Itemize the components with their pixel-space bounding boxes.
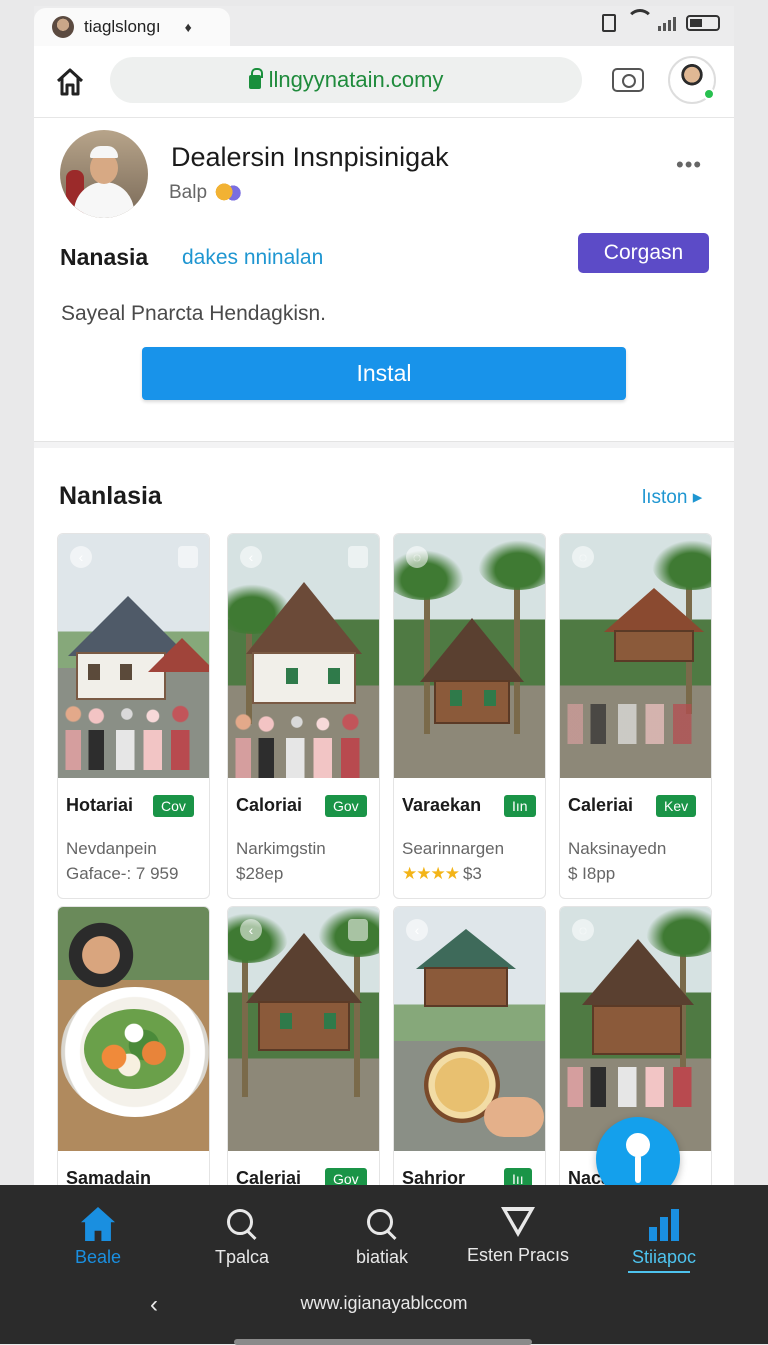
nav-item-filter[interactable]: Esten Pracıs	[448, 1207, 588, 1266]
bottom-nav: Beale Tpalca biatiak Esten Pracıs Stiiap…	[0, 1185, 768, 1345]
back-icon[interactable]: ‹	[70, 546, 92, 568]
tab-title: tiaglslongı	[84, 17, 161, 36]
card-meta: ★★★★ $3	[402, 864, 482, 884]
card-image: ◌	[560, 534, 711, 778]
card-subtitle: Narkimgstin	[236, 839, 326, 858]
search-icon	[365, 1207, 399, 1241]
card-image: ‹	[394, 907, 545, 1151]
bottom-url-row: ‹ www.igianayablccom	[0, 1283, 768, 1327]
tab-close-icon[interactable]: ♦	[185, 19, 192, 35]
lock-icon	[248, 68, 263, 89]
bookmark-icon[interactable]	[348, 546, 368, 568]
see-more-link[interactable]: lıston ▸	[642, 486, 702, 509]
places-section: Nanlasia lıston ▸ ‹ Hotariai Cov Nevdanp…	[34, 448, 734, 1272]
filter-icon	[501, 1207, 535, 1237]
card-image: ‹	[228, 534, 379, 778]
bookmark-icon[interactable]	[178, 546, 198, 568]
nav-label: Tpalca	[214, 1247, 270, 1267]
card-image: ◌	[560, 907, 711, 1151]
card-image: ‹	[228, 907, 379, 1151]
section-title: Nanlasia	[59, 482, 162, 510]
more-options-icon[interactable]: •••	[676, 152, 702, 178]
profile-description: Sayeal Pnarcta Hendagkisn.	[61, 302, 326, 325]
place-card[interactable]: ◌ Varaekan Iın Searinnargen ★★★★ $3	[393, 533, 546, 899]
user-avatar[interactable]	[668, 56, 716, 104]
card-image	[58, 907, 209, 1151]
profile-subtitle: Balp	[169, 182, 242, 204]
browser-tab[interactable]: tiaglslongı ♦	[34, 8, 230, 46]
profile-link[interactable]: dakes nninalan	[182, 246, 323, 270]
nav-item-stats[interactable]: Stiiapoc	[594, 1207, 734, 1268]
clipboard-icon	[602, 14, 616, 32]
stats-icon	[647, 1207, 681, 1241]
home-indicator[interactable]	[234, 1339, 532, 1345]
signal-icon	[658, 15, 676, 31]
nav-item-explore[interactable]: biatiak	[312, 1207, 452, 1268]
card-meta-text: $28ep	[236, 864, 284, 883]
address-bar-row: llngyynatain.comy	[34, 46, 734, 118]
card-meta-text: $ I8pp	[568, 864, 616, 883]
tag-icon[interactable]: ◌	[572, 919, 594, 941]
place-card[interactable]: ‹ Caloriai Gov Narkimgstin $28ep	[227, 533, 380, 899]
bookmark-icon[interactable]	[348, 919, 368, 941]
emoji-icon	[215, 182, 242, 204]
nav-item-search[interactable]: Tpalca	[172, 1207, 312, 1268]
wifi-icon	[626, 15, 648, 31]
place-card[interactable]: ‹ Hotariai Cov Nevdanpein Gaface-: 7 959	[57, 533, 210, 899]
place-card[interactable]: ◌ Caleriai Kev Naksinayedn $ I8pp	[559, 533, 712, 899]
card-badge: Gov	[325, 795, 367, 817]
active-underline	[628, 1271, 690, 1273]
back-icon[interactable]: ‹	[240, 546, 262, 568]
battery-icon	[686, 15, 720, 31]
nav-item-home[interactable]: Beale	[28, 1207, 168, 1268]
profile-name: Dealersin Insnpisinigak	[171, 142, 449, 172]
url-text: llngyynatain.comy	[268, 67, 444, 92]
follow-button[interactable]: Corgasn	[578, 233, 709, 273]
bottom-url: www.igianayablccom	[300, 1293, 468, 1313]
profile-card: Dealersin Insnpisinigak Balp ••• Nanasia…	[34, 118, 734, 442]
map-pin-icon	[626, 1133, 650, 1183]
card-title: Hotariai	[66, 795, 134, 815]
url-bar[interactable]: llngyynatain.comy	[110, 57, 582, 103]
tab-favicon-icon	[52, 16, 74, 38]
search-icon	[225, 1207, 259, 1241]
card-meta-text: Gaface-: 7 959	[66, 864, 179, 883]
back-icon[interactable]: ‹	[406, 919, 428, 941]
card-badge: Kev	[656, 795, 697, 817]
online-status-dot	[703, 88, 715, 100]
card-subtitle: Nevdanpein	[66, 839, 157, 858]
card-meta: $28ep	[236, 864, 283, 884]
card-title: Caleriai	[568, 795, 634, 815]
camera-icon[interactable]	[612, 68, 644, 92]
nav-label: Beale	[74, 1247, 122, 1267]
nav-label: Stiiapoc	[631, 1247, 697, 1267]
card-subtitle: Searinnargen	[402, 839, 505, 858]
install-button[interactable]: Instal	[142, 347, 626, 400]
home-icon	[81, 1207, 115, 1241]
tag-icon[interactable]: ◌	[406, 546, 428, 568]
card-badge: Cov	[153, 795, 194, 817]
card-image: ‹	[58, 534, 209, 778]
home-icon[interactable]	[54, 66, 86, 98]
card-badge: Iın	[504, 795, 536, 817]
nav-label: biatiak	[355, 1247, 409, 1267]
card-meta: Gaface-: 7 959	[66, 864, 178, 884]
card-subtitle: Naksinayedn	[568, 839, 667, 858]
nav-label: Esten Pracıs	[466, 1245, 570, 1265]
status-bar	[602, 14, 720, 32]
tab-strip: tiaglslongı ♦	[34, 6, 734, 46]
tag-icon[interactable]: ◌	[572, 546, 594, 568]
rating-stars: ★★★★	[402, 864, 460, 883]
profile-avatar	[60, 130, 148, 218]
card-meta-text: $3	[462, 864, 482, 883]
card-title: Varaekan	[402, 795, 482, 815]
card-image: ◌	[394, 534, 545, 778]
card-meta: $ I8pp	[568, 864, 615, 884]
profile-label: Nanasia	[60, 244, 149, 270]
back-icon[interactable]: ‹	[240, 919, 262, 941]
profile-subtitle-text: Balp	[169, 182, 208, 203]
card-title: Caloriai	[236, 795, 303, 815]
